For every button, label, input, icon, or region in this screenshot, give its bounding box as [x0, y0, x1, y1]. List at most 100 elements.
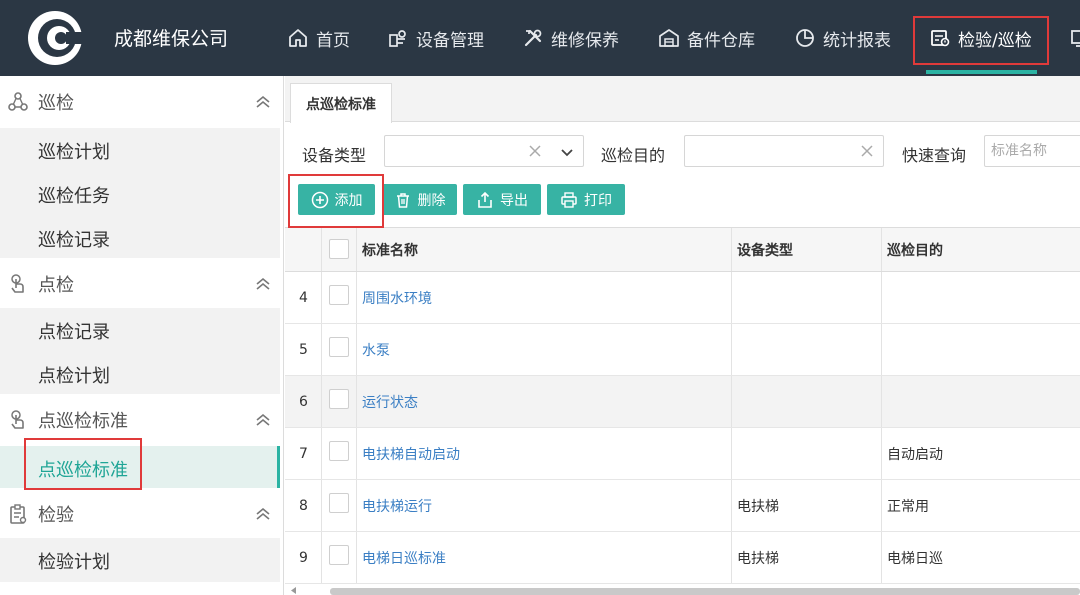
row-checkbox[interactable]: [329, 441, 349, 461]
tab-strip: 点巡检标准: [285, 76, 1080, 123]
inspection-icon: [929, 27, 951, 49]
sidebar-group-patrol[interactable]: 巡检: [0, 76, 282, 128]
main-content: 点巡检标准 设备类型 巡检目的 快速查询 添加 删除 导出 打印: [285, 76, 1080, 595]
sidebar-group-spot-check[interactable]: 点检: [0, 258, 282, 310]
export-button-label: 导出: [500, 192, 528, 209]
standard-name-link[interactable]: 电梯日巡标准: [362, 532, 446, 583]
add-button[interactable]: 添加: [298, 184, 375, 215]
sidebar-item-patrol-plan[interactable]: 巡检计划: [0, 128, 280, 172]
row-number: 9: [299, 549, 308, 566]
sidebar-group-spot-check-label: 点检: [38, 275, 74, 296]
sidebar-item-patrol-task[interactable]: 巡检任务: [0, 172, 280, 216]
sidebar-group-examination-label: 检验: [38, 505, 74, 526]
sidebar-group-inspection-standard[interactable]: 点巡检标准: [0, 394, 282, 446]
clear-icon[interactable]: [859, 143, 875, 159]
chevron-down-icon[interactable]: [557, 142, 577, 162]
device-type-cell: 电扶梯: [737, 550, 779, 567]
horizontal-scrollbar[interactable]: [330, 588, 1080, 595]
standard-name-link[interactable]: 运行状态: [362, 376, 418, 427]
row-checkbox[interactable]: [329, 389, 349, 409]
nav-device-management-label: 设备管理: [416, 30, 484, 51]
clipboard-icon: [7, 503, 29, 525]
patrol-icon: [7, 91, 29, 113]
device-type-cell: 电扶梯: [737, 498, 779, 515]
table-row: 5 水泵: [285, 324, 1080, 376]
device-type-label: 设备类型: [302, 146, 367, 165]
row-number: 7: [299, 445, 308, 462]
standard-name-link[interactable]: 电扶梯自动启动: [362, 428, 460, 479]
sidebar-group-patrol-label: 巡检: [38, 93, 74, 114]
row-number: 5: [299, 341, 308, 358]
row-checkbox[interactable]: [329, 493, 349, 513]
clear-icon[interactable]: [527, 143, 543, 159]
trash-icon: [394, 191, 412, 209]
sidebar-item-inspection-standard[interactable]: 点巡检标准: [0, 446, 280, 490]
sidebar-item-label: 巡检任务: [38, 186, 110, 207]
row-number: 8: [299, 497, 308, 514]
device-icon: [387, 27, 409, 49]
nav-maintenance[interactable]: 维修保养: [522, 0, 619, 76]
row-checkbox[interactable]: [329, 545, 349, 565]
row-checkbox[interactable]: [329, 337, 349, 357]
delete-button-label: 删除: [417, 192, 446, 209]
nav-home-label: 首页: [316, 30, 350, 51]
nav-device-management[interactable]: 设备管理: [387, 0, 484, 76]
sidebar-item-spot-check-plan[interactable]: 点检计划: [0, 352, 280, 396]
row-checkbox[interactable]: [329, 285, 349, 305]
standard-name-link[interactable]: 水泵: [362, 324, 390, 375]
sidebar-item-examination-plan[interactable]: 检验计划: [0, 538, 280, 582]
tab-inspection-standard[interactable]: 点巡检标准: [290, 83, 392, 123]
export-icon: [476, 191, 494, 209]
table-row: 4 周围水环境: [285, 272, 1080, 324]
table-row: 6 运行状态: [285, 376, 1080, 428]
add-button-label: 添加: [334, 192, 363, 209]
chevron-double-up-icon[interactable]: [254, 506, 272, 522]
patrol-purpose-label: 巡检目的: [601, 146, 666, 165]
select-all-checkbox[interactable]: [329, 239, 349, 259]
quick-search-input-box[interactable]: [984, 135, 1080, 167]
standard-name-link[interactable]: 电扶梯运行: [362, 480, 432, 531]
nav-overflow-icon[interactable]: [1071, 29, 1080, 49]
delete-button[interactable]: 删除: [382, 184, 457, 215]
patrol-purpose-input[interactable]: [684, 135, 884, 167]
sidebar-group-examination[interactable]: 检验: [0, 488, 282, 540]
nav-active-indicator: [926, 70, 1037, 74]
nav-home[interactable]: 首页: [287, 0, 350, 76]
chevron-double-up-icon[interactable]: [254, 412, 272, 428]
tools-icon: [522, 27, 544, 49]
export-button[interactable]: 导出: [463, 184, 541, 215]
print-button[interactable]: 打印: [547, 184, 625, 215]
touch-icon: [7, 409, 29, 431]
chevron-double-up-icon[interactable]: [254, 276, 272, 292]
sidebar-item-label: 检验计划: [38, 552, 110, 573]
standards-table: 标准名称 设备类型 巡检目的 4 周围水环境 5 水泵 6 运行状态 7 电扶梯…: [285, 227, 1080, 587]
column-header-patrol-purpose[interactable]: 巡检目的: [887, 228, 943, 271]
row-number: 4: [299, 289, 308, 306]
sidebar-item-label: 巡检计划: [38, 142, 110, 163]
quick-search-input[interactable]: [985, 136, 1080, 166]
table-row: 9 电梯日巡标准 电扶梯 电梯日巡: [285, 532, 1080, 584]
nav-spare-parts-warehouse[interactable]: 备件仓库: [658, 0, 755, 76]
pie-chart-icon: [794, 27, 816, 49]
standard-name-link[interactable]: 周围水环境: [362, 272, 432, 323]
sidebar-item-spot-check-record[interactable]: 点检记录: [0, 308, 280, 352]
device-type-select[interactable]: [384, 135, 584, 167]
sidebar-item-label: 巡检记录: [38, 230, 110, 251]
nav-inspection-patrol-label: 检验/巡检: [958, 30, 1032, 51]
sidebar-item-label: 点检计划: [38, 366, 110, 387]
column-header-standard-name[interactable]: 标准名称: [362, 228, 418, 271]
table-header: 标准名称 设备类型 巡检目的: [285, 227, 1080, 272]
column-header-device-type[interactable]: 设备类型: [737, 228, 793, 271]
sidebar-item-patrol-record[interactable]: 巡检记录: [0, 216, 280, 260]
printer-icon: [560, 191, 578, 209]
warehouse-icon: [658, 27, 680, 49]
nav-inspection-patrol[interactable]: 检验/巡检: [929, 0, 1032, 76]
nav-spare-parts-warehouse-label: 备件仓库: [687, 30, 755, 51]
patrol-purpose-cell: 正常用: [887, 498, 929, 515]
chevron-double-up-icon[interactable]: [254, 94, 272, 110]
sidebar: 巡检 巡检计划 巡检任务 巡检记录 点检 点检记录 点检计划 点巡检标准 点巡检…: [0, 76, 284, 595]
nav-statistics-reports[interactable]: 统计报表: [794, 0, 891, 76]
top-header: 成都维保公司 首页 设备管理 维修保养 备件仓库 统计报表 检验/巡检: [0, 0, 1080, 76]
company-name: 成都维保公司: [114, 28, 229, 50]
scroll-left-arrow-icon[interactable]: [288, 586, 298, 595]
